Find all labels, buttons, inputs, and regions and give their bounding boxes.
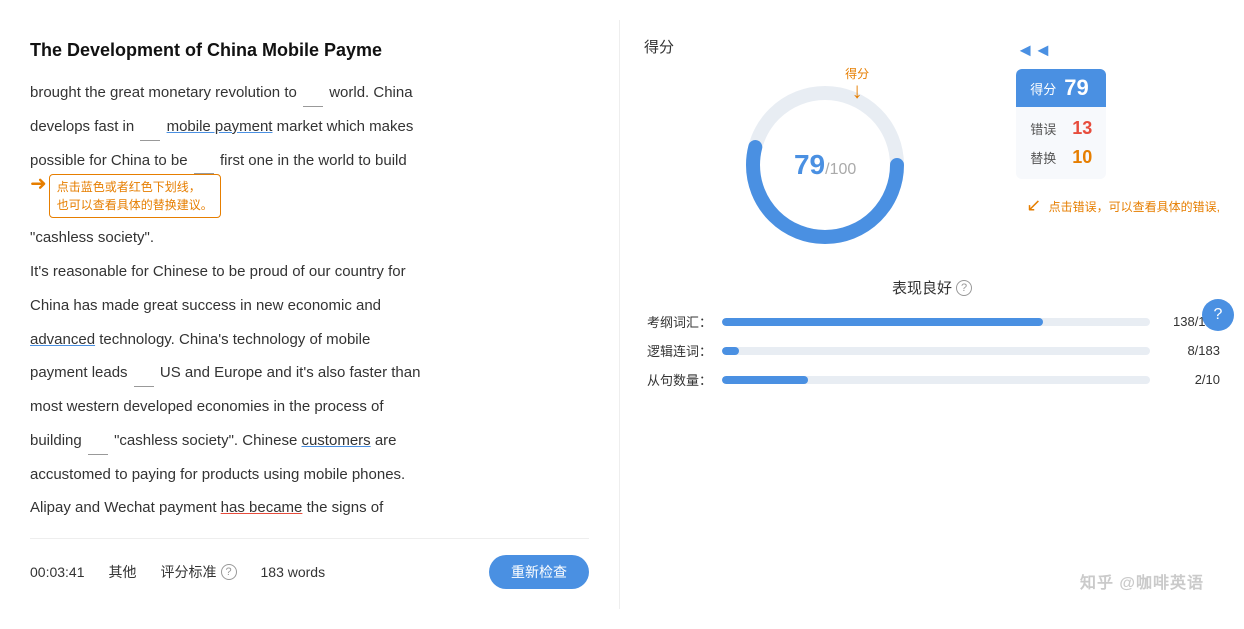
- metric-clauses-value: 2/10: [1160, 372, 1220, 387]
- performance-help-icon[interactable]: ?: [956, 280, 972, 296]
- underline-mobile-payment[interactable]: mobile payment: [167, 118, 273, 135]
- back-button[interactable]: ◄◄: [1016, 40, 1052, 61]
- essay-line11: accustomed to paying for products using …: [30, 466, 405, 483]
- performance-section: 表现良好 ? 考纲词汇： 138/183 逻辑连词： 8/183 从句数量：: [644, 277, 1220, 389]
- help-button[interactable]: ?: [1202, 299, 1234, 331]
- left-panel: The Development of China Mobile Payme br…: [0, 20, 620, 609]
- word-count: 183 words: [261, 564, 326, 580]
- score-card-label: 得分: [1030, 79, 1056, 98]
- essay-line12-start: Alipay and Wechat payment: [30, 499, 221, 516]
- essay-line5: It's reasonable for Chinese to be proud …: [30, 263, 406, 280]
- essay-line2-start: develops fast in: [30, 118, 138, 135]
- errors-value: 13: [1072, 118, 1092, 139]
- essay-line3-mid: first one in the world to build: [220, 152, 407, 169]
- essay-line6: China has made great success in new econ…: [30, 297, 381, 314]
- essay-line4: "cashless society".: [30, 229, 154, 246]
- score-cards-area: ◄◄ 得分 79 错误 13 替换 10: [1016, 36, 1220, 216]
- metric-clauses-bar: [722, 376, 1150, 384]
- underline-customers[interactable]: customers: [301, 432, 370, 449]
- blank-5: [88, 454, 108, 455]
- metric-clauses-label: 从句数量：: [644, 370, 712, 389]
- timer: 00:03:41: [30, 564, 85, 580]
- metric-vocab-fill: [722, 318, 1043, 326]
- score-section: 得分 得分 ↓: [644, 36, 1006, 259]
- tooltip-inline: ➜ 点击蓝色或者红色下划线，也可以查看具体的替换建议。: [30, 174, 221, 218]
- score-area: 得分 得分 ↓: [644, 36, 1220, 259]
- recheck-button[interactable]: 重新检查: [489, 555, 589, 589]
- metric-logic-fill: [722, 347, 739, 355]
- essay-line9: most western developed economies in the …: [30, 398, 384, 415]
- score-card-row-replacements: 替换 10: [1030, 144, 1092, 171]
- metric-logic-bar: [722, 347, 1150, 355]
- underline-advanced[interactable]: advanced: [30, 331, 95, 348]
- tooltip-bubble: 点击蓝色或者红色下划线，也可以查看具体的替换建议。: [49, 174, 221, 218]
- metric-vocab-label: 考纲词汇：: [644, 312, 712, 331]
- metric-row-clauses: 从句数量： 2/10: [644, 370, 1220, 389]
- underline-has-became[interactable]: has became: [221, 499, 303, 516]
- metric-clauses-fill: [722, 376, 808, 384]
- essay-line8-mid: US and Europe and it's also faster than: [160, 364, 421, 381]
- tooltip-arrow-icon: ➜: [30, 174, 47, 194]
- essay-line7-end: technology. China's technology of mobile: [99, 331, 370, 348]
- watermark: 知乎 @咖啡英语: [1080, 569, 1204, 593]
- score-card-body: 错误 13 替换 10: [1016, 107, 1106, 179]
- score-card-value: 79: [1064, 75, 1088, 101]
- criteria-label: 评分标准 ?: [161, 562, 237, 582]
- annotation-arrow-icon: ↙: [1026, 195, 1041, 215]
- score-top-label: 得分: [644, 36, 1006, 57]
- blank-2: [140, 140, 160, 141]
- score-card-row-errors: 错误 13: [1030, 115, 1092, 142]
- essay-line12-end: the signs of: [307, 499, 384, 516]
- essay-line1-cont: world. China: [329, 84, 412, 101]
- replacements-label: 替换: [1030, 148, 1058, 167]
- essay-body: brought the great monetary revolution to…: [30, 79, 589, 528]
- essay-line2-end: market which makes: [277, 118, 414, 135]
- gauge-total: /100: [825, 161, 856, 178]
- essay-line8-start: payment leads: [30, 364, 128, 381]
- criteria-help-icon[interactable]: ?: [221, 564, 237, 580]
- essay-line10-end: are: [375, 432, 397, 449]
- metric-vocab-bar: [722, 318, 1150, 326]
- score-gauge: 79/100: [735, 75, 915, 255]
- essay-line10-start: building: [30, 432, 82, 449]
- gauge-arrow-icon: ↓: [845, 82, 869, 100]
- replacements-value: 10: [1072, 147, 1092, 168]
- footer-bar: 00:03:41 其他 评分标准 ? 183 words 重新检查: [30, 538, 589, 589]
- blank-1: [303, 106, 323, 107]
- essay-line10-mid: "cashless society". Chinese: [114, 432, 301, 449]
- blank-4: [134, 386, 154, 387]
- right-panel: 得分 得分 ↓: [620, 20, 1244, 609]
- metric-row-vocab: 考纲词汇： 138/183: [644, 312, 1220, 331]
- essay-line3-start: possible for China to be: [30, 152, 188, 169]
- category-label: 其他: [109, 562, 137, 582]
- metric-row-logic: 逻辑连词： 8/183: [644, 341, 1220, 360]
- score-cards: 得分 79 错误 13 替换 10: [1016, 69, 1106, 179]
- right-annotation: ↙ 点击错误，可以查看具体的错误,: [1026, 195, 1220, 216]
- metric-logic-label: 逻辑连词：: [644, 341, 712, 360]
- score-card-header: 得分 79: [1016, 69, 1106, 107]
- performance-title: 表现良好 ?: [644, 277, 1220, 298]
- metric-logic-value: 8/183: [1160, 343, 1220, 358]
- essay-line1: brought the great monetary revolution to: [30, 84, 297, 101]
- essay-title: The Development of China Mobile Payme: [30, 40, 589, 61]
- errors-label: 错误: [1030, 119, 1058, 138]
- gauge-score: 79/100: [794, 149, 856, 181]
